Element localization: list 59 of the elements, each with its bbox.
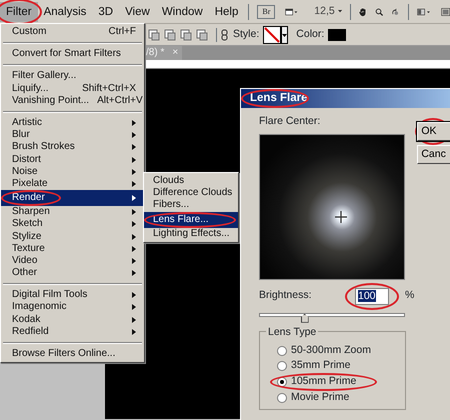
style-label: Style: <box>233 26 260 42</box>
bridge-button[interactable]: Br <box>257 4 276 18</box>
brightness-label: Brightness: <box>259 288 313 304</box>
menu-item[interactable]: Imagenomic <box>1 301 144 314</box>
menu-item[interactable]: Window <box>156 2 209 22</box>
menu-item[interactable]: Kodak <box>1 314 144 326</box>
menu-item[interactable]: Video <box>1 254 144 267</box>
menu-item[interactable]: Texture <box>1 242 144 255</box>
menu-item[interactable]: Redfield <box>1 326 144 338</box>
menu-item[interactable]: Vanishing Point... Alt+Ctrl+V <box>1 94 144 107</box>
path-mode-icon[interactable] <box>196 28 208 40</box>
menu-item[interactable]: Difference Clouds <box>144 187 238 200</box>
slider-thumb[interactable] <box>300 314 309 323</box>
crosshair-icon[interactable] <box>335 210 347 223</box>
zoom-level[interactable]: 12,5 <box>314 4 335 20</box>
menu-item[interactable]: Sketch <box>1 218 144 230</box>
menu-item[interactable]: Custom Ctrl+F <box>1 26 144 38</box>
dialog-title: Lens Flare <box>241 89 450 108</box>
menu-item[interactable]: Analysis <box>38 2 92 22</box>
caret-icon[interactable] <box>338 9 342 14</box>
menu-item[interactable]: Convert for Smart Filters <box>1 48 144 60</box>
menu-item[interactable]: Lighting Effects... <box>144 228 238 240</box>
menu-item[interactable]: Render <box>1 190 144 206</box>
menu-item[interactable]: 3D <box>92 2 120 22</box>
menu-item[interactable]: Stylize <box>1 230 144 243</box>
style-swatch[interactable] <box>263 26 282 44</box>
menu-item[interactable]: Distort <box>1 154 144 166</box>
unit-label: % <box>405 288 414 304</box>
menu-item[interactable]: Brush Strokes <box>1 141 144 154</box>
menu-item[interactable]: Lens Flare... <box>144 212 238 228</box>
menu-item[interactable]: Digital Film Tools <box>1 289 144 302</box>
menu-item[interactable]: Noise <box>1 166 144 178</box>
menu-item[interactable]: Browse Filters Online... <box>1 348 144 360</box>
group-legend: Lens Type <box>266 324 318 340</box>
brightness-field[interactable]: 100 <box>355 288 389 305</box>
flare-center-label: Flare Center: <box>259 114 322 129</box>
menu-item[interactable]: Fibers... <box>144 199 238 212</box>
flare-preview[interactable] <box>259 134 405 280</box>
radio-option[interactable]: 35mm Prime <box>270 358 395 373</box>
menu-item[interactable]: Help <box>208 2 244 22</box>
menu-item[interactable]: View <box>119 2 156 22</box>
path-mode-icon[interactable] <box>180 28 192 40</box>
dialog-button[interactable]: Canc <box>417 145 450 164</box>
menu-item[interactable]: Clouds <box>144 175 238 188</box>
menu-item[interactable]: Sharpen <box>1 206 144 218</box>
menu-item[interactable]: Blur <box>1 129 144 142</box>
color-label: Color: <box>296 26 324 42</box>
color-swatch[interactable] <box>328 28 346 40</box>
radio-option[interactable]: 50-300mm Zoom <box>270 344 395 358</box>
menu-item[interactable]: Other <box>1 267 144 280</box>
radio-option[interactable]: 105mm Prime <box>270 372 395 391</box>
menu-item[interactable]: Artistic <box>1 116 144 130</box>
caret-icon[interactable] <box>281 26 288 44</box>
menu-item[interactable]: Liquify... Shift+Ctrl+X <box>1 82 144 95</box>
menu-item[interactable]: Filter Gallery... <box>1 70 144 83</box>
path-mode-icon[interactable] <box>148 28 160 40</box>
dialog-button[interactable]: OK <box>417 122 450 141</box>
path-mode-icon[interactable] <box>164 28 176 40</box>
radio-option[interactable]: Movie Prime <box>270 390 395 406</box>
